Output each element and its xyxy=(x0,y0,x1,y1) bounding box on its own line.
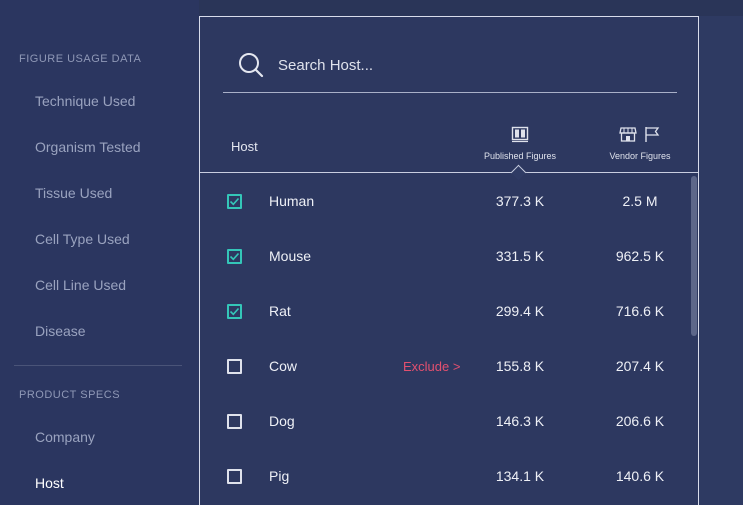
list-item[interactable]: Human 377.3 K 2.5 M xyxy=(200,174,690,229)
sidebar-divider xyxy=(14,365,182,366)
sidebar-item-company[interactable]: Company xyxy=(35,429,95,445)
sidebar-item-tissue[interactable]: Tissue Used xyxy=(35,185,112,201)
host-name: Rat xyxy=(269,303,291,319)
list-item[interactable]: Cow Exclude > 155.8 K 207.4 K xyxy=(200,339,690,394)
column-header-vendor[interactable]: Vendor Figures xyxy=(590,125,690,161)
scrollbar[interactable] xyxy=(690,174,698,505)
published-count: 155.8 K xyxy=(495,358,545,374)
section-title-product-specs: PRODUCT SPECS xyxy=(19,389,121,401)
host-name: Cow xyxy=(269,358,298,374)
header-divider xyxy=(200,172,698,173)
store-icon xyxy=(619,126,637,145)
checkbox-checked[interactable] xyxy=(227,304,242,319)
checkbox-checked[interactable] xyxy=(227,249,242,264)
host-filter-panel: Host Published Figures xyxy=(199,16,699,505)
sidebar-item-disease[interactable]: Disease xyxy=(35,323,86,339)
sidebar-item-cell-line[interactable]: Cell Line Used xyxy=(35,277,126,293)
checkbox[interactable] xyxy=(227,359,242,374)
published-count: 146.3 K xyxy=(495,413,545,429)
host-name: Mouse xyxy=(269,248,312,264)
vendor-count: 2.5 M xyxy=(622,193,658,209)
sidebar-item-cell-type[interactable]: Cell Type Used xyxy=(35,231,130,247)
published-count: 377.3 K xyxy=(495,193,545,209)
list-item[interactable]: Mouse 331.5 K 962.5 K xyxy=(200,229,690,284)
vendor-count: 716.6 K xyxy=(615,303,665,319)
vendor-count: 962.5 K xyxy=(615,248,665,264)
section-title-figure-usage: FIGURE USAGE DATA xyxy=(19,53,142,65)
published-count: 299.4 K xyxy=(495,303,545,319)
sidebar-item-host[interactable]: Host xyxy=(35,475,64,491)
published-figures-label: Published Figures xyxy=(483,151,557,161)
vendor-figures-label: Vendor Figures xyxy=(609,151,671,161)
search-box xyxy=(223,45,677,93)
published-count: 331.5 K xyxy=(495,248,545,264)
published-count: 134.1 K xyxy=(495,468,545,484)
list-item[interactable]: Rat 299.4 K 716.6 K xyxy=(200,284,690,339)
checkbox[interactable] xyxy=(227,414,242,429)
list-item[interactable]: Dog 146.3 K 206.6 K xyxy=(200,394,690,449)
list-item[interactable]: Pig 134.1 K 140.6 K xyxy=(200,449,690,504)
host-name: Dog xyxy=(269,413,295,429)
search-input[interactable] xyxy=(278,53,668,77)
vendor-count: 206.6 K xyxy=(615,413,665,429)
book-icon xyxy=(511,126,529,145)
column-header-published[interactable]: Published Figures xyxy=(470,125,570,161)
flag-icon xyxy=(643,126,661,145)
sidebar-item-technique[interactable]: Technique Used xyxy=(35,93,135,109)
column-header-host: Host xyxy=(231,139,258,154)
host-name: Pig xyxy=(269,468,290,484)
search-icon xyxy=(237,51,265,79)
exclude-link[interactable]: Exclude > xyxy=(403,359,460,374)
vendor-count: 140.6 K xyxy=(615,468,665,484)
checkbox-checked[interactable] xyxy=(227,194,242,209)
scrollbar-thumb[interactable] xyxy=(691,176,697,336)
host-name: Human xyxy=(269,193,315,209)
checkbox[interactable] xyxy=(227,469,242,484)
sidebar: FIGURE USAGE DATA Technique Used Organis… xyxy=(0,0,199,505)
vendor-count: 207.4 K xyxy=(615,358,665,374)
sidebar-item-organism[interactable]: Organism Tested xyxy=(35,139,141,155)
